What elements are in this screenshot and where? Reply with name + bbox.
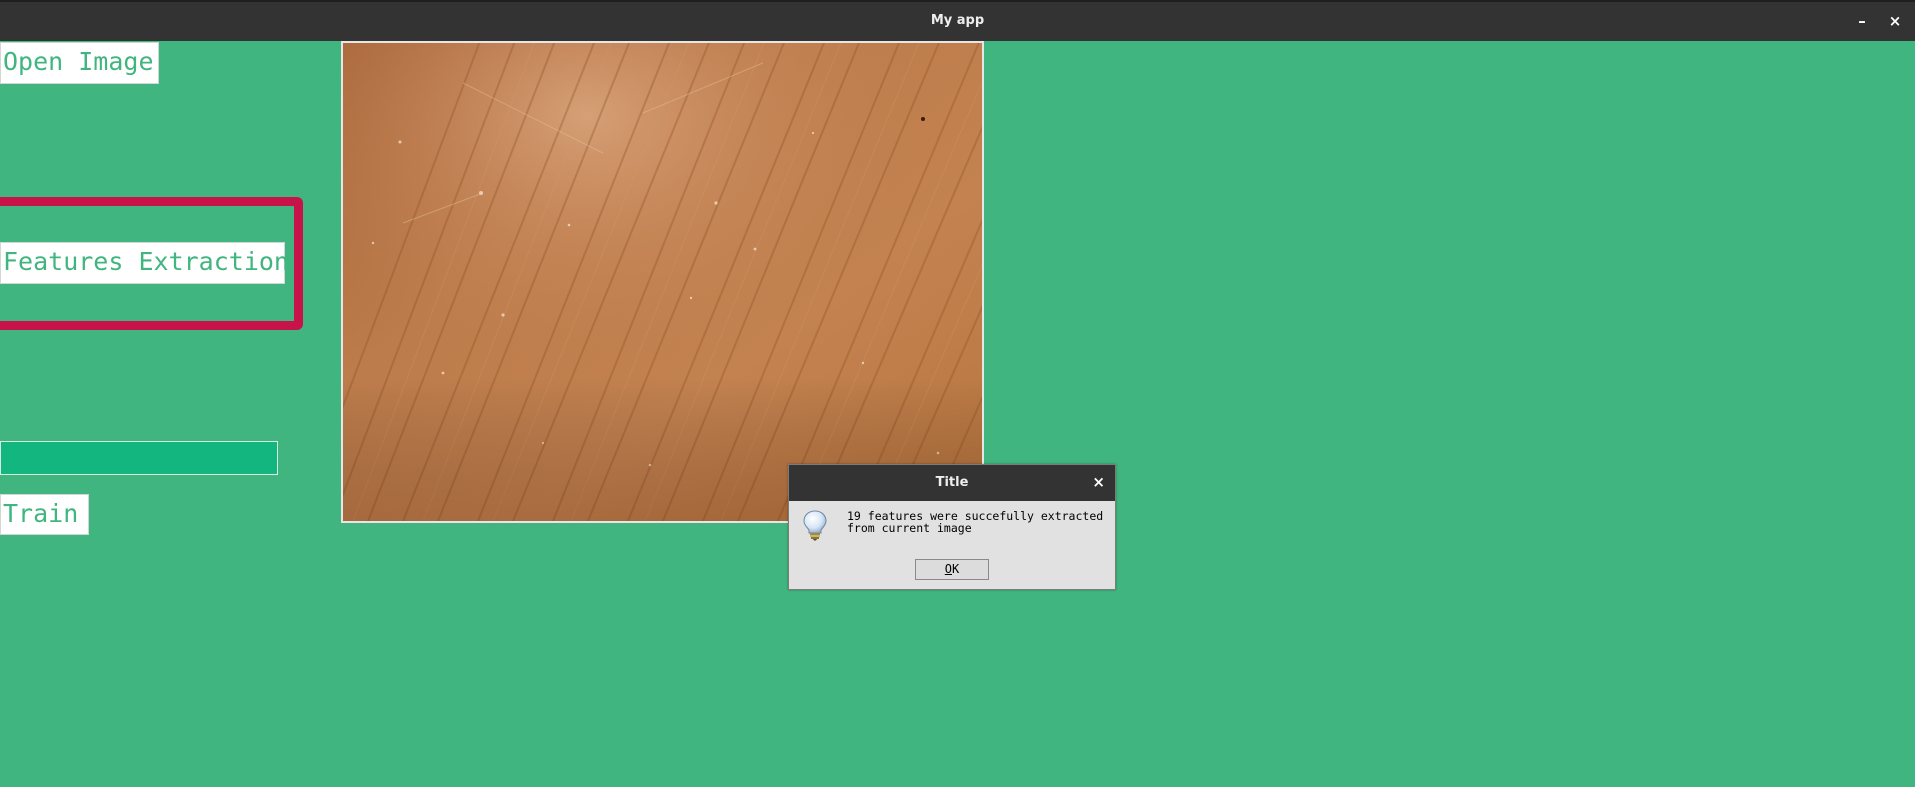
- ok-button[interactable]: OK: [915, 559, 989, 580]
- lightbulb-icon: [801, 509, 829, 541]
- wood-texture-image: [343, 43, 982, 521]
- dialog-close-button[interactable]: ×: [1092, 473, 1105, 491]
- train-button[interactable]: Train: [0, 494, 89, 535]
- dialog-titlebar: Title ×: [789, 465, 1115, 501]
- features-extraction-button[interactable]: Features Extraction: [0, 242, 289, 284]
- dialog-title: Title: [935, 475, 969, 490]
- progress-bar: [0, 441, 278, 475]
- window-title: My app: [930, 13, 985, 28]
- app-content: Open Image Features Extraction Train Tit…: [0, 41, 1915, 787]
- window-titlebar: My app – ×: [0, 0, 1915, 41]
- close-window-button[interactable]: ×: [1884, 10, 1906, 32]
- image-preview: [341, 41, 984, 523]
- open-image-button[interactable]: Open Image: [0, 42, 159, 84]
- minimize-button[interactable]: –: [1851, 10, 1873, 32]
- ok-mnemonic: O: [944, 562, 952, 576]
- dialog-message: 19 features were succefully extracted fr…: [847, 510, 1113, 534]
- message-dialog: Title × 19 features were succefully extr…: [788, 464, 1116, 590]
- dialog-message-line-2: from current image: [847, 521, 972, 535]
- ok-label-rest: K: [952, 562, 960, 576]
